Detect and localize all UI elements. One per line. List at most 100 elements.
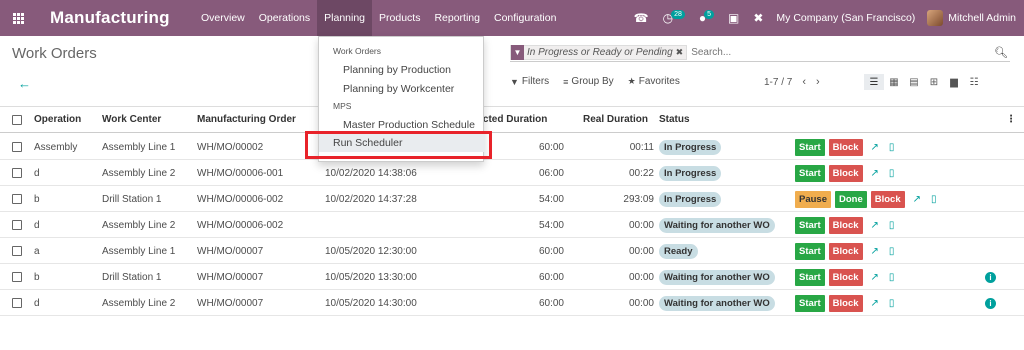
row-checkbox[interactable] [12, 187, 22, 211]
block-button[interactable]: Block [828, 294, 863, 312]
menu-item-planning-by-workcenter[interactable]: Planning by Workcenter [343, 83, 454, 95]
block-button[interactable]: Block [828, 164, 863, 182]
menu-item-master-production-schedule[interactable]: Master Production Schedule [343, 119, 475, 131]
start-button[interactable]: Start [795, 138, 825, 156]
external-link-icon[interactable]: ↗ [871, 246, 879, 257]
tablet-icon[interactable]: ▯ [889, 246, 895, 257]
row-checkbox[interactable] [12, 291, 22, 315]
select-all-checkbox[interactable] [12, 107, 22, 132]
tablet-icon[interactable]: ▯ [889, 220, 895, 231]
menu-overview[interactable]: Overview [194, 0, 252, 36]
column-work-center[interactable]: Work Center [102, 107, 161, 132]
tablet-icon[interactable]: ▯ [889, 142, 895, 153]
dropdown-header-work-orders: Work Orders [333, 46, 382, 56]
row-checkbox[interactable] [12, 239, 22, 263]
block-button[interactable]: Block [828, 138, 863, 156]
menu-products[interactable]: Products [372, 0, 427, 36]
remove-facet-icon[interactable]: ✖ [676, 47, 687, 58]
search-icon[interactable]: 🔍︎ [994, 46, 1008, 59]
search-options: ▼ Filters ≡ Group By ★ Favorites [510, 76, 694, 87]
table-row[interactable]: d Assembly Line 2 WH/MO/00007 10/05/2020… [0, 291, 1024, 316]
pager-value[interactable]: 1-7 / 7 [764, 77, 792, 88]
phone-icon[interactable]: ☎ [634, 11, 649, 25]
calendar-view-icon[interactable]: ▤ [904, 74, 924, 90]
column-manufacturing-order[interactable]: Manufacturing Order [197, 107, 296, 132]
start-button[interactable]: Start [795, 268, 825, 286]
external-link-icon[interactable]: ↗ [871, 298, 879, 309]
app-title[interactable]: Manufacturing [50, 8, 190, 28]
operation-cell: d [34, 167, 40, 179]
info-icon[interactable]: i [985, 298, 996, 309]
menu-item-planning-by-production[interactable]: Planning by Production [343, 64, 451, 76]
search-bar: ▼ In Progress or Ready or Pending ✖ 🔍︎ [510, 44, 1010, 62]
external-link-icon[interactable]: ↗ [913, 194, 921, 205]
company-switcher[interactable]: My Company (San Francisco) [776, 12, 915, 24]
external-link-icon[interactable]: ↗ [871, 272, 879, 283]
graph-view-icon[interactable]: ▆ [944, 74, 964, 90]
gift-icon[interactable]: ▣ [728, 11, 739, 25]
pause-button[interactable]: Pause [795, 190, 831, 208]
block-button[interactable]: Block [870, 190, 905, 208]
info-icon[interactable]: i [985, 272, 996, 283]
column-real-duration[interactable]: Real Duration [583, 107, 648, 132]
start-button[interactable]: Start [795, 164, 825, 182]
list-view-icon[interactable]: ☰ [864, 74, 884, 90]
dropdown-header-mps: MPS [333, 101, 352, 111]
table-row[interactable]: d Assembly Line 2 WH/MO/00006-002 54:00 … [0, 213, 1024, 238]
done-button[interactable]: Done [835, 190, 867, 208]
external-link-icon[interactable]: ↗ [871, 220, 879, 231]
gantt-view-icon[interactable]: ☷ [964, 74, 984, 90]
row-checkbox[interactable] [12, 135, 22, 159]
column-status[interactable]: Status [659, 107, 690, 132]
debug-icon[interactable]: ✖ [753, 11, 763, 25]
menu-planning[interactable]: Planning [317, 0, 373, 36]
start-button[interactable]: Start [795, 216, 825, 234]
activity-icon[interactable]: ◷ 28 [663, 9, 685, 25]
group-by-button[interactable]: ≡ Group By [563, 76, 614, 87]
external-link-icon[interactable]: ↗ [871, 168, 879, 179]
table-row[interactable]: b Drill Station 1 WH/MO/00007 10/05/2020… [0, 265, 1024, 290]
start-button[interactable]: Start [795, 242, 825, 260]
kanban-view-icon[interactable]: ▦ [884, 74, 904, 90]
tablet-icon[interactable]: ▯ [889, 168, 895, 179]
user-avatar[interactable] [927, 10, 944, 26]
user-menu[interactable]: Mitchell Admin [948, 12, 1016, 24]
operation-cell: b [34, 193, 40, 205]
page-title[interactable]: Work Orders [12, 45, 97, 62]
table-header: Operation Work Center Manufacturing Orde… [0, 106, 1024, 133]
table-row[interactable]: b Drill Station 1 WH/MO/00006-002 10/02/… [0, 187, 1024, 212]
external-link-icon[interactable]: ↗ [871, 142, 879, 153]
row-checkbox[interactable] [12, 161, 22, 185]
row-actions: Start Block ↗ ▯ [795, 291, 894, 315]
pivot-view-icon[interactable]: ⊞ [924, 74, 944, 90]
messages-icon[interactable]: ● 5 [699, 9, 715, 25]
back-arrow-icon[interactable]: ← [18, 76, 31, 91]
column-operation[interactable]: Operation [34, 107, 81, 132]
table-row[interactable]: Assembly Assembly Line 1 WH/MO/00002 60:… [0, 135, 1024, 160]
tablet-icon[interactable]: ▯ [931, 194, 937, 205]
column-options-icon[interactable]: ⋮ [1006, 107, 1016, 132]
pager-previous-icon[interactable]: ‹ [802, 76, 806, 88]
status-badge: In Progress [659, 165, 722, 181]
search-input[interactable] [691, 47, 972, 58]
menu-operations[interactable]: Operations [252, 0, 317, 36]
favorites-button[interactable]: ★ Favorites [628, 76, 680, 87]
group-by-icon: ≡ [563, 76, 569, 87]
pager-next-icon[interactable]: › [816, 76, 820, 88]
block-button[interactable]: Block [828, 242, 863, 260]
tablet-icon[interactable]: ▯ [889, 272, 895, 283]
start-button[interactable]: Start [795, 294, 825, 312]
table-row[interactable]: d Assembly Line 2 WH/MO/00006-001 10/02/… [0, 161, 1024, 186]
work-center-cell: Assembly Line 1 [102, 141, 176, 153]
table-row[interactable]: a Assembly Line 1 WH/MO/00007 10/05/2020… [0, 239, 1024, 264]
row-checkbox[interactable] [12, 265, 22, 289]
mo-cell: WH/MO/00007 [197, 271, 264, 283]
menu-configuration[interactable]: Configuration [487, 0, 563, 36]
menu-reporting[interactable]: Reporting [427, 0, 487, 36]
tablet-icon[interactable]: ▯ [889, 298, 895, 309]
block-button[interactable]: Block [828, 216, 863, 234]
row-checkbox[interactable] [12, 213, 22, 237]
block-button[interactable]: Block [828, 268, 863, 286]
apps-menu-icon[interactable] [0, 0, 36, 36]
filters-button[interactable]: ▼ Filters [510, 76, 549, 87]
